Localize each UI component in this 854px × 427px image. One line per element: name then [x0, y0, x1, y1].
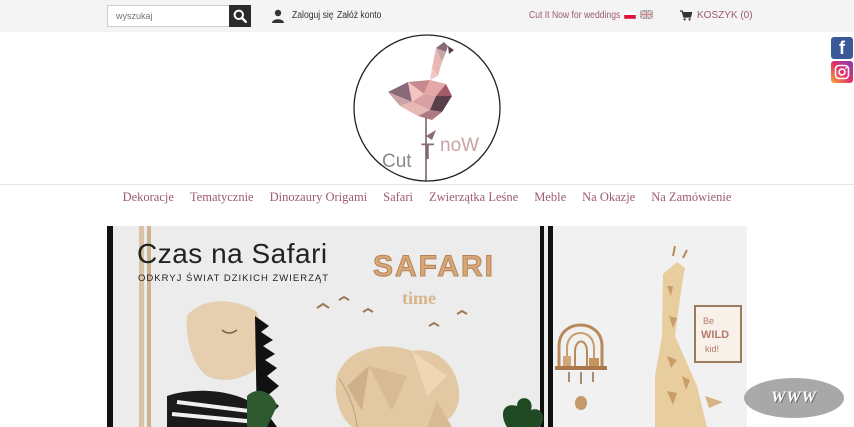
instagram-button[interactable]	[831, 61, 853, 83]
menu-item-na-zamowienie[interactable]: Na Zamówienie	[651, 190, 731, 208]
banner-title: Czas na Safari	[137, 238, 328, 269]
polish-flag-icon[interactable]	[624, 11, 636, 19]
www-badge[interactable]: WWW	[744, 378, 844, 418]
sign-line-1: Be	[703, 316, 714, 326]
logo-text-cut: Cut	[382, 151, 412, 172]
search-input[interactable]	[107, 5, 229, 27]
menu-item-tematycznie[interactable]: Tematycznie	[190, 190, 254, 208]
instagram-icon	[834, 64, 850, 80]
banner-time-word: time	[402, 288, 436, 308]
banner-subtitle: ODKRYJ ŚWIAT DZIKICH ZWIERZĄT	[138, 272, 329, 284]
facebook-icon: f	[839, 37, 845, 58]
banner-safari-word: SAFARI	[373, 250, 495, 283]
hero-banner[interactable]: Czas na Safari ODKRYJ ŚWIAT DZIKICH ZWIE…	[107, 226, 747, 427]
weddings-link[interactable]: Cut It Now for weddings	[529, 10, 620, 21]
facebook-button[interactable]: f	[831, 37, 853, 59]
cart-icon[interactable]	[680, 10, 692, 21]
sign-line-3: kid!	[705, 344, 719, 354]
header-divider	[0, 184, 854, 185]
sign-line-2: WILD	[701, 329, 729, 341]
english-flag-icon[interactable]	[640, 10, 653, 19]
register-link[interactable]: Załóż konto	[337, 10, 381, 21]
www-badge-label: WWW	[771, 389, 817, 406]
search-button[interactable]	[229, 5, 251, 27]
menu-item-zwierzatka-lesne[interactable]: Zwierzątka Leśne	[429, 190, 518, 208]
login-link[interactable]: Zaloguj się	[292, 10, 334, 21]
logo-text-t: T	[421, 139, 434, 164]
cart-link[interactable]: KOSZYK (0)	[697, 10, 753, 21]
menu-item-safari[interactable]: Safari	[383, 190, 413, 208]
user-icon	[272, 9, 284, 23]
menu-item-dinozaury-origami[interactable]: Dinozaury Origami	[270, 190, 368, 208]
search-form	[107, 5, 251, 27]
menu-item-meble[interactable]: Meble	[534, 190, 566, 208]
main-menu: Dekoracje Tematycznie Dinozaury Origami …	[0, 190, 854, 208]
top-bar: Zaloguj się Załóż konto Cut It Now for w…	[0, 0, 854, 32]
site-logo[interactable]: Cut T noW	[352, 32, 502, 184]
logo-text-now: noW	[440, 135, 479, 156]
search-icon	[233, 9, 247, 23]
menu-item-dekoracje[interactable]: Dekoracje	[123, 190, 174, 208]
menu-item-na-okazje[interactable]: Na Okazje	[582, 190, 635, 208]
